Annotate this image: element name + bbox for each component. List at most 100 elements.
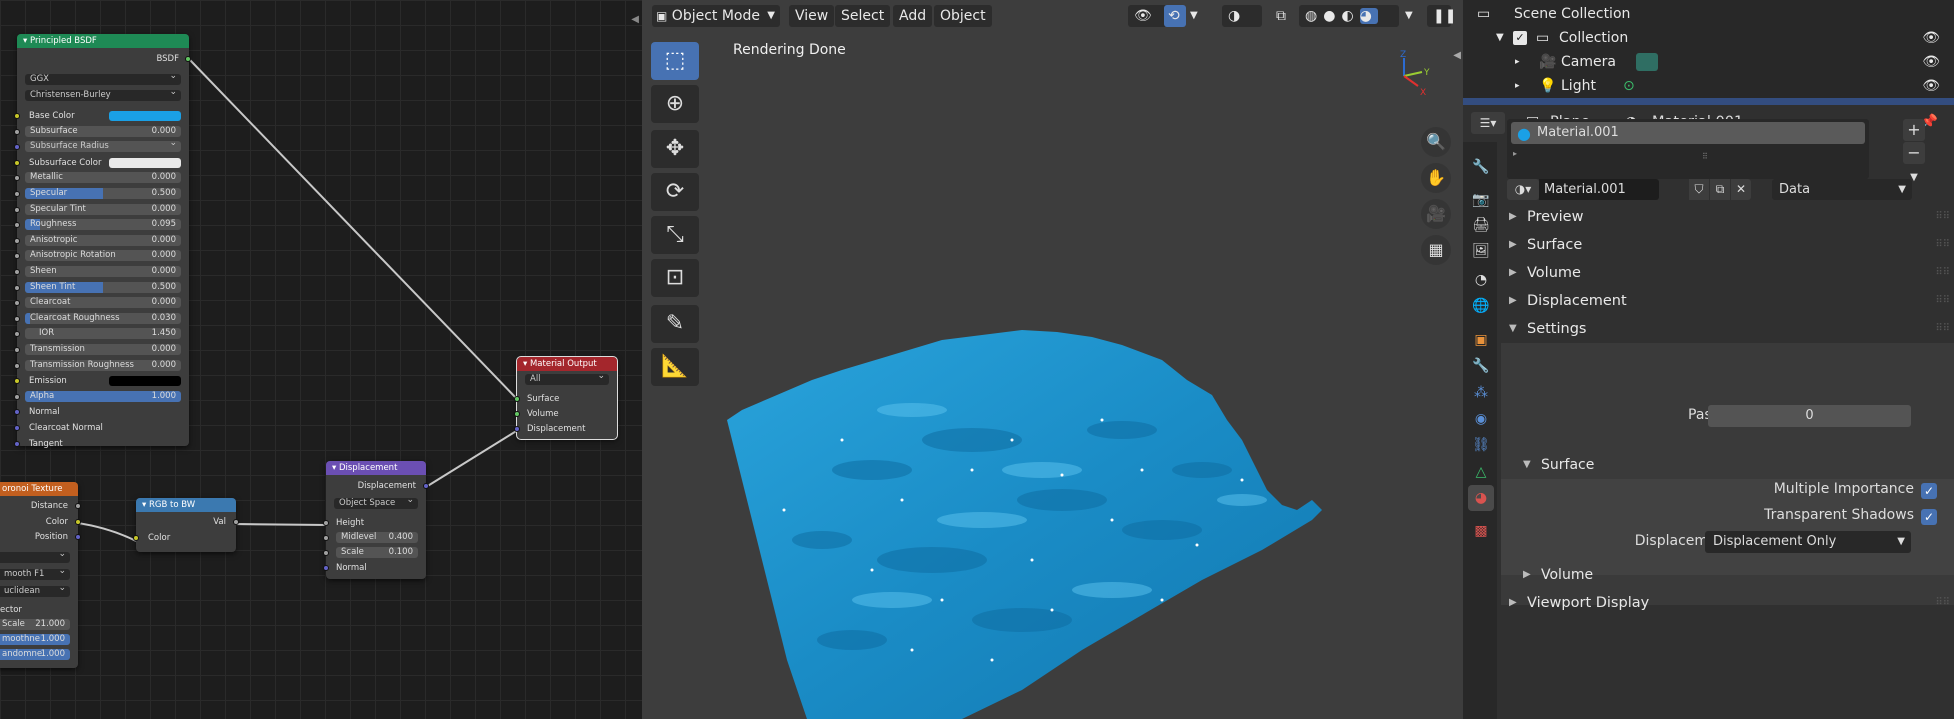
midlevel-socket[interactable] xyxy=(323,535,329,541)
input-field[interactable]: Subsurface 0.000 xyxy=(25,125,181,137)
material-name-field[interactable]: Material.001 xyxy=(1539,179,1659,200)
object-tab[interactable]: ▣ xyxy=(1468,327,1494,353)
view-layer-tab[interactable]: 🖼 xyxy=(1468,238,1494,264)
input-field[interactable]: Specular Tint 0.000 xyxy=(25,203,181,215)
input-socket[interactable] xyxy=(14,144,20,151)
input-socket[interactable] xyxy=(14,440,20,447)
bsdf-input-row[interactable]: Transmission Roughness 0.000 xyxy=(14,359,189,372)
subpanel-volume[interactable]: ▶ Volume xyxy=(1501,561,1954,589)
expand-arrow-icon[interactable]: ▼ xyxy=(1496,26,1504,50)
bsdf-input-row[interactable]: Anisotropic 0.000 xyxy=(14,234,189,247)
grip-icon[interactable]: ⠿⠿ xyxy=(1935,259,1950,287)
input-field[interactable]: Metallic 0.000 xyxy=(25,172,181,184)
subpanel-surface[interactable]: ▼ Surface xyxy=(1501,451,1954,479)
panel-volume[interactable]: ▶ Volume ⠿⠿ xyxy=(1501,259,1954,287)
input-socket[interactable] xyxy=(14,284,20,291)
voronoi-texture-node[interactable]: oronoi Texture Distance Color Position m… xyxy=(0,482,81,668)
input-socket[interactable] xyxy=(14,347,20,353)
properties-editor[interactable]: ☰▾ ▣ Plane ◑ Material.001 📌 🔧 📷 🖨 🖼 ◔ 🌐 … xyxy=(1463,105,1954,719)
tool-tab[interactable]: 🔧 xyxy=(1468,154,1494,180)
collapse-arrow-icon[interactable]: ◀ xyxy=(631,14,639,25)
displacement-output-socket[interactable] xyxy=(423,483,429,489)
input-socket[interactable] xyxy=(14,113,20,119)
grip-icon[interactable]: ⠿⠿ xyxy=(1935,287,1950,315)
material-tab[interactable]: ◕ xyxy=(1468,485,1494,511)
camera-data-icon[interactable] xyxy=(1636,53,1658,71)
rgb-to-bw-node[interactable]: ▾ RGB to BW Val Color xyxy=(133,498,239,552)
node-header[interactable]: ▾ Material Output xyxy=(517,357,617,371)
bsdf-input-row[interactable]: Roughness 0.095 xyxy=(14,219,189,231)
node-header[interactable]: ▾ Displacement xyxy=(326,461,426,475)
bsdf-input-row[interactable]: Clearcoat 0.000 xyxy=(14,297,189,309)
node-header[interactable]: ▾ RGB to BW xyxy=(136,498,236,512)
input-socket[interactable] xyxy=(14,378,20,385)
particles-tab[interactable]: ⁂ xyxy=(1468,380,1494,406)
target-dropdown[interactable]: All xyxy=(525,371,609,385)
input-socket[interactable] xyxy=(14,222,20,229)
expand-arrow-icon[interactable]: ▸ xyxy=(1515,74,1520,98)
include-checkbox[interactable]: ✓ xyxy=(1513,31,1527,45)
color-input-socket[interactable] xyxy=(133,535,139,541)
bsdf-input-row[interactable]: Anisotropic Rotation 0.000 xyxy=(14,250,189,262)
position-output-socket[interactable] xyxy=(75,534,81,540)
outliner[interactable]: ▭ Scene Collection ▼ ✓ ▭ Collection 👁 ▸ … xyxy=(1463,0,1954,105)
outliner-row-collection[interactable]: ▼ ✓ ▭ Collection 👁 xyxy=(1463,26,1954,50)
panel-surface[interactable]: ▶ Surface ⠿⠿ xyxy=(1501,231,1954,259)
bsdf-input-row[interactable]: Subsurface Color xyxy=(14,157,189,169)
input-field[interactable]: Anisotropic 0.000 xyxy=(25,234,181,246)
input-field[interactable]: Sheen Tint 0.500 xyxy=(25,281,181,293)
node-header[interactable]: oronoi Texture xyxy=(0,482,78,496)
space-dropdown[interactable]: Object Space xyxy=(334,495,418,509)
bsdf-output-socket[interactable] xyxy=(185,56,191,62)
material-slot-list[interactable]: ● Material.001 ▸ ⠿ xyxy=(1507,119,1869,179)
input-socket[interactable] xyxy=(14,269,20,275)
grip-icon[interactable]: ⠿⠿ xyxy=(1935,315,1950,343)
input-socket[interactable] xyxy=(14,315,20,322)
input-socket[interactable] xyxy=(14,409,20,416)
distance-output-socket[interactable] xyxy=(75,503,81,509)
val-output-socket[interactable] xyxy=(233,519,239,525)
eye-icon[interactable]: 👁 xyxy=(1922,74,1940,98)
color-swatch[interactable] xyxy=(109,157,181,168)
input-socket[interactable] xyxy=(14,159,20,166)
bsdf-input-row[interactable]: Sheen 0.000 xyxy=(14,266,189,278)
remove-slot-button[interactable]: − xyxy=(1903,142,1925,164)
voronoi-scale-field[interactable]: Scale 21.000 xyxy=(0,619,70,630)
modifiers-tab[interactable]: 🔧 xyxy=(1468,353,1494,379)
volume-input-socket[interactable] xyxy=(514,411,520,417)
scene-tab[interactable]: ◔ xyxy=(1468,267,1494,293)
material-slot-row[interactable]: ● Material.001 xyxy=(1511,122,1865,144)
panel-viewport-display[interactable]: ▶ Viewport Display ⠿⠿ xyxy=(1501,589,1954,617)
duplicate-material-button[interactable]: ⧉ xyxy=(1710,179,1730,200)
material-output-node[interactable]: ▾ Material Output All Surface Volume Dis… xyxy=(514,356,618,440)
input-field[interactable]: Transmission Roughness 0.000 xyxy=(25,359,181,371)
grip-icon[interactable]: ⠿⠿ xyxy=(1935,589,1950,617)
randomness-field[interactable]: andomne 1.000 xyxy=(0,649,70,660)
color-swatch[interactable] xyxy=(109,376,181,387)
fake-user-button[interactable]: ⛉ xyxy=(1689,179,1709,200)
constraints-tab[interactable]: ⛓ xyxy=(1468,432,1494,458)
panel-settings[interactable]: ▼ Settings ⠿⠿ xyxy=(1501,315,1954,343)
bsdf-input-row[interactable]: Clearcoat Roughness 0.030 xyxy=(14,312,189,325)
data-tab[interactable]: △ xyxy=(1468,459,1494,485)
editor-type-dropdown[interactable]: ☰▾ xyxy=(1471,112,1505,134)
bsdf-input-row[interactable]: Emission xyxy=(14,375,189,387)
world-tab[interactable]: 🌐 xyxy=(1468,293,1494,319)
input-socket[interactable] xyxy=(14,128,20,135)
input-socket[interactable] xyxy=(14,300,20,307)
physics-tab[interactable]: ◉ xyxy=(1468,406,1494,432)
transparent-shadows-checkbox[interactable]: ✓ xyxy=(1921,509,1937,525)
light-data-icon[interactable]: ⊙ xyxy=(1623,74,1635,98)
input-field[interactable]: Sheen 0.000 xyxy=(25,266,181,277)
principled-bsdf-node[interactable]: ▾ Principled BSDF BSDF GGX Christensen-B… xyxy=(14,34,191,449)
outliner-row-light[interactable]: ▸ 💡 Light ⊙ 👁 xyxy=(1463,74,1954,98)
input-dropdown[interactable]: Subsurface Radius xyxy=(25,138,181,153)
output-tab[interactable]: 🖨 xyxy=(1468,212,1494,238)
bsdf-input-row[interactable]: Transmission 0.000 xyxy=(14,344,189,356)
feature-dropdown[interactable]: mooth F1 xyxy=(0,566,70,580)
input-field[interactable]: Alpha 1.000 xyxy=(25,390,181,402)
add-slot-button[interactable]: + xyxy=(1903,119,1925,141)
displacement-node[interactable]: ▾ Displacement Displacement Object Space… xyxy=(323,461,429,579)
bsdf-input-row[interactable]: Specular 0.500 xyxy=(14,188,189,200)
input-socket[interactable] xyxy=(14,253,20,260)
